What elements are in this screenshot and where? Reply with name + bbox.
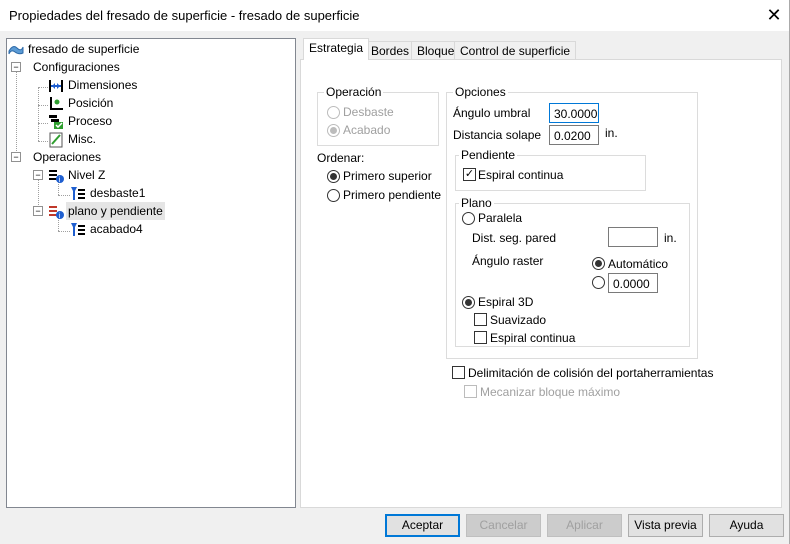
tree-node-posicion[interactable]: Posición [66, 94, 115, 112]
tree-node-desbaste1[interactable]: desbaste1 [88, 184, 147, 202]
automatico-label[interactable]: Automático [608, 257, 668, 271]
distancia-solape-input[interactable]: 0.0200 [549, 125, 599, 145]
tab-control-superficie[interactable]: Control de superficie [454, 41, 577, 60]
flat-steep-icon: i [48, 204, 64, 220]
tree-node-proceso[interactable]: Proceso [66, 112, 114, 130]
desbaste-radio [327, 106, 340, 119]
tree-line [38, 87, 39, 141]
plano-espiral-continua-checkbox[interactable] [474, 331, 487, 344]
tree-line [58, 195, 70, 196]
tree-line [38, 87, 48, 88]
espiral-continua-label[interactable]: Espiral continua [478, 168, 563, 182]
tab-bloque[interactable]: Bloque [411, 41, 461, 60]
dimensions-icon [48, 78, 64, 94]
pendiente-group-label: Pendiente [459, 148, 518, 162]
operacion-group [317, 92, 439, 146]
plano-group-label: Plano [459, 196, 494, 210]
vista-previa-button[interactable]: Vista previa [628, 514, 703, 537]
tree-line [16, 69, 17, 159]
acabado-label: Acabado [343, 123, 391, 137]
primero-superior-label[interactable]: Primero superior [343, 169, 432, 183]
tree-line [38, 141, 48, 142]
surface-mill-icon [8, 41, 24, 57]
aceptar-button[interactable]: Aceptar [385, 514, 460, 537]
dist-seg-pared-unit: in. [664, 231, 677, 245]
suavizado-label[interactable]: Suavizado [490, 313, 546, 327]
tree-node-misc[interactable]: Misc. [66, 130, 98, 148]
suavizado-checkbox[interactable] [474, 313, 487, 326]
z-level-icon: i [48, 168, 64, 184]
paralela-label[interactable]: Paralela [478, 211, 522, 225]
tree-node-nivel-z[interactable]: Nivel Z [66, 166, 107, 184]
angulo-raster-label: Ángulo raster [472, 254, 544, 268]
tree-line [38, 123, 48, 124]
angle-value-radio[interactable] [592, 276, 605, 289]
aplicar-button: Aplicar [547, 514, 622, 537]
delimitacion-checkbox[interactable] [452, 366, 465, 379]
collapse-icon[interactable]: − [33, 170, 43, 180]
primero-superior-radio[interactable] [327, 170, 340, 183]
tree-node-configuraciones[interactable]: Configuraciones [31, 58, 122, 76]
ordenar-label: Ordenar: [317, 151, 365, 165]
desbaste-label: Desbaste [343, 105, 394, 119]
toolpath-icon [70, 186, 86, 202]
toolpath-icon [70, 222, 86, 238]
mecanizar-label: Mecanizar bloque máximo [480, 385, 621, 399]
espiral-3d-label[interactable]: Espiral 3D [478, 295, 533, 309]
collapse-icon[interactable]: − [11, 152, 21, 162]
position-icon [48, 96, 64, 112]
primero-pendiente-label[interactable]: Primero pendiente [343, 188, 441, 202]
automatico-radio[interactable] [592, 257, 605, 270]
tree-node-root[interactable]: fresado de superficie [26, 40, 141, 58]
dist-seg-pared-input[interactable] [608, 227, 658, 247]
mecanizar-checkbox [464, 385, 477, 398]
window-title: Propiedades del fresado de superficie - … [9, 8, 360, 23]
collapse-icon[interactable]: − [11, 62, 21, 72]
close-icon[interactable]: ✕ [760, 1, 788, 29]
angulo-umbral-label: Ángulo umbral [453, 106, 531, 120]
acabado-radio [327, 124, 340, 137]
raster-angle-input[interactable]: 0.0000 [608, 273, 658, 293]
espiral-3d-radio[interactable] [462, 296, 475, 309]
process-icon [48, 114, 64, 130]
angulo-umbral-input[interactable]: 30.0000 [549, 103, 599, 123]
operation-tree[interactable]: fresado de superficie − Configuraciones … [6, 38, 296, 508]
plano-espiral-continua-label[interactable]: Espiral continua [490, 331, 575, 345]
distancia-solape-label: Distancia solape [453, 128, 542, 142]
tree-node-plano-pendiente[interactable]: plano y pendiente [66, 202, 165, 220]
ayuda-button[interactable]: Ayuda [709, 514, 784, 537]
operacion-group-label: Operación [324, 85, 384, 99]
title-bar: Propiedades del fresado de superficie - … [0, 0, 790, 31]
distancia-solape-unit: in. [605, 126, 618, 140]
tab-estrategia[interactable]: Estrategia [303, 38, 370, 60]
svg-text:i: i [59, 176, 61, 184]
delimitacion-label[interactable]: Delimitación de colisión del portaherram… [468, 366, 713, 380]
tab-bordes[interactable]: Bordes [365, 41, 416, 60]
tree-line [58, 231, 70, 232]
tree-node-acabado4[interactable]: acabado4 [88, 220, 145, 238]
dist-seg-pared-label: Dist. seg. pared [472, 231, 557, 245]
collapse-icon[interactable]: − [33, 206, 43, 216]
espiral-continua-checkbox[interactable]: ✓ [463, 168, 476, 181]
paralela-radio[interactable] [462, 212, 475, 225]
opciones-group-label: Opciones [453, 85, 508, 99]
primero-pendiente-radio[interactable] [327, 189, 340, 202]
svg-text:i: i [59, 212, 61, 220]
cancelar-button: Cancelar [466, 514, 541, 537]
tree-node-dimensiones[interactable]: Dimensiones [66, 76, 139, 94]
tree-node-operaciones[interactable]: Operaciones [31, 148, 103, 166]
misc-icon [48, 132, 64, 148]
tree-line [38, 105, 48, 106]
